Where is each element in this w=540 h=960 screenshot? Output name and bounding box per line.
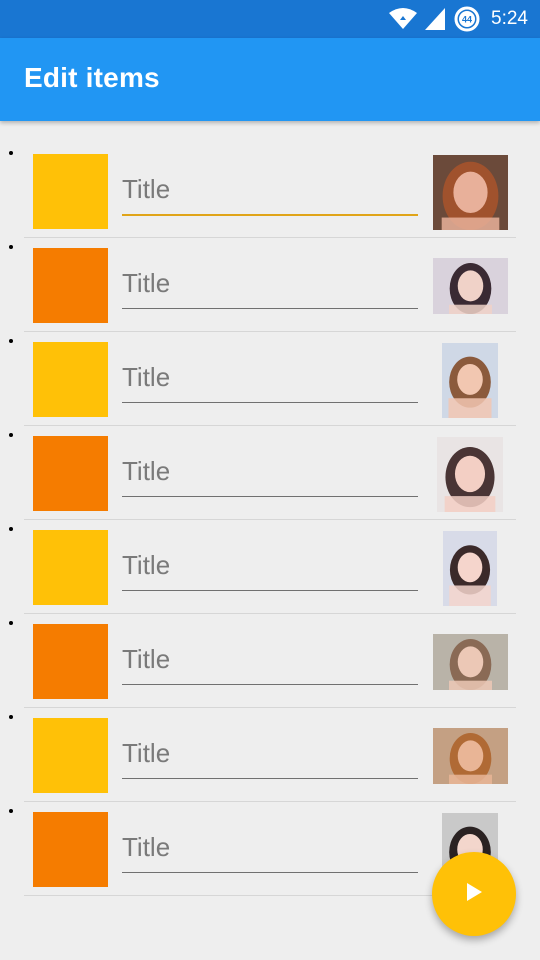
thumbnail-image[interactable] <box>432 154 508 230</box>
color-swatch[interactable] <box>33 248 108 323</box>
thumbnail-slot <box>432 436 508 512</box>
thumbnail-slot <box>432 530 508 606</box>
title-input[interactable] <box>122 446 418 497</box>
list-item <box>24 614 516 708</box>
color-swatch[interactable] <box>33 342 108 417</box>
app-bar: Edit items <box>0 38 540 121</box>
list-item <box>24 708 516 802</box>
color-swatch[interactable] <box>33 624 108 699</box>
status-bar: 44 5:24 <box>0 0 540 38</box>
list-item <box>24 332 516 426</box>
list-item <box>24 426 516 520</box>
color-swatch[interactable] <box>33 436 108 511</box>
play-fab-button[interactable] <box>432 852 516 936</box>
thumbnail-slot <box>432 718 508 794</box>
title-input[interactable] <box>122 822 418 873</box>
color-swatch[interactable] <box>33 530 108 605</box>
item-list <box>24 144 516 896</box>
title-input[interactable] <box>122 352 418 403</box>
title-input[interactable] <box>122 540 418 591</box>
page-title: Edit items <box>24 62 160 93</box>
status-icons: 44 5:24 <box>381 0 528 38</box>
battery-icon: 44 <box>453 5 481 33</box>
list-item <box>24 520 516 614</box>
thumbnail-slot <box>432 624 508 700</box>
color-swatch[interactable] <box>33 812 108 887</box>
thumbnail-slot <box>432 248 508 324</box>
list-item <box>24 238 516 332</box>
color-swatch[interactable] <box>33 154 108 229</box>
thumbnail-image[interactable] <box>442 342 498 418</box>
thumbnail-image[interactable] <box>432 634 508 690</box>
thumbnail-image[interactable] <box>432 728 508 784</box>
cell-signal-icon <box>425 8 446 30</box>
color-swatch[interactable] <box>33 718 108 793</box>
battery-level-text: 44 <box>462 15 472 25</box>
thumbnail-slot <box>432 342 508 418</box>
list-item <box>24 144 516 238</box>
title-input[interactable] <box>122 634 418 685</box>
wifi-icon <box>389 8 418 30</box>
thumbnail-image[interactable] <box>437 436 503 512</box>
thumbnail-slot <box>432 154 508 230</box>
play-icon <box>464 882 484 907</box>
status-time: 5:24 <box>491 8 528 29</box>
thumbnail-image[interactable] <box>432 258 508 314</box>
title-input[interactable] <box>122 258 418 309</box>
thumbnail-image[interactable] <box>443 530 497 606</box>
title-input[interactable] <box>122 728 418 779</box>
title-input[interactable] <box>122 164 418 216</box>
